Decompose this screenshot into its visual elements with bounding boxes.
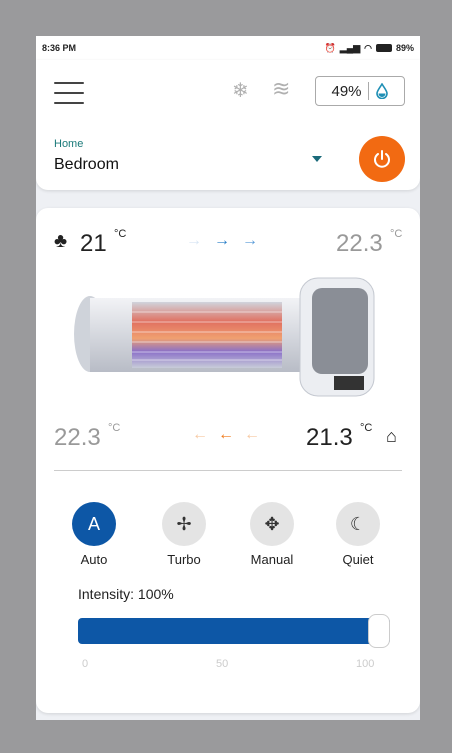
- room-selector[interactable]: Bedroom: [54, 156, 119, 174]
- house-icon: ⌂: [386, 426, 397, 446]
- mode-quiet[interactable]: ☾ Quiet: [328, 502, 388, 567]
- exhaust-air-temp: 22.3: [54, 424, 101, 451]
- water-drop-icon: [375, 83, 388, 99]
- slider-tick-label: 50: [216, 658, 229, 670]
- outflow-arrows: ←←←: [192, 426, 270, 444]
- signal-icon: ▂▄▆: [339, 42, 361, 53]
- header-card: ❄ ≋ 49% Home Bedroom: [36, 60, 420, 190]
- divider: [54, 470, 402, 471]
- supply-air-temp: 22.3: [336, 230, 383, 257]
- phone-screen: 8:36 PM ⏰ ▂▄▆ ◠ 89% ❄ ≋ 49% Home Bedroom: [36, 36, 420, 720]
- menu-button[interactable]: [54, 82, 84, 104]
- status-icons: ⏰ ▂▄▆ ◠ 89%: [325, 43, 414, 54]
- moon-icon: ☾: [336, 502, 380, 546]
- humidity-value: 49%: [331, 82, 362, 100]
- mode-label: Turbo: [167, 552, 201, 567]
- menu-icon-line: [54, 82, 84, 84]
- status-time: 8:36 PM: [42, 43, 77, 53]
- outdoor-intake-temp: 21: [80, 230, 107, 257]
- arrow-left-icon: ←: [192, 426, 218, 443]
- temp-unit: °C: [360, 422, 373, 434]
- ventilation-card: ♣ 21 °C →→→ 22.3 °C 22.3 °C ←←← 21.3 °C …: [36, 208, 420, 713]
- mode-manual[interactable]: ✥ Manual: [242, 502, 302, 567]
- temp-unit: °C: [108, 422, 121, 434]
- temp-unit: °C: [114, 228, 127, 240]
- wifi-icon: ◠: [364, 42, 372, 53]
- arrow-left-icon: ←: [218, 426, 244, 443]
- arrow-right-icon: →: [242, 232, 270, 249]
- manual-fan-icon: ✥: [250, 502, 294, 546]
- mode-turbo[interactable]: ✢ Turbo: [154, 502, 214, 567]
- intensity-slider-track[interactable]: [78, 618, 390, 644]
- menu-icon-line: [54, 102, 84, 104]
- indoor-temp: 21.3: [306, 424, 353, 451]
- battery-icon: [375, 44, 392, 52]
- alarm-icon: ⏰: [324, 42, 336, 53]
- power-icon: [374, 150, 390, 168]
- mode-label: Manual: [250, 552, 294, 567]
- battery-level: 89%: [395, 43, 414, 53]
- snowflake-icon[interactable]: ❄: [232, 78, 249, 103]
- tree-icon: ♣: [54, 230, 68, 252]
- temp-unit: °C: [390, 228, 403, 240]
- home-label: Home: [54, 138, 84, 150]
- humidity-box[interactable]: 49%: [315, 76, 405, 106]
- auto-icon: A: [72, 502, 116, 546]
- recuperator-device-image: [74, 277, 375, 397]
- inflow-arrows: →→→: [186, 232, 270, 250]
- arrow-right-icon: →: [186, 232, 214, 249]
- mode-label: Quiet: [342, 552, 374, 567]
- power-button[interactable]: [359, 136, 405, 182]
- intensity-slider-thumb[interactable]: [368, 614, 390, 648]
- slider-tick-label: 100: [356, 658, 375, 670]
- slider-tick-label: 0: [82, 658, 89, 670]
- humidity-separator: [367, 82, 369, 100]
- turbo-fan-icon: ✢: [162, 502, 206, 546]
- intensity-label: Intensity: 100%: [78, 586, 174, 602]
- airflow-icon[interactable]: ≋: [272, 76, 290, 102]
- menu-icon-line: [54, 92, 84, 94]
- arrow-right-icon: →: [214, 232, 242, 249]
- mode-auto[interactable]: A Auto: [64, 502, 124, 567]
- dropdown-arrow-icon[interactable]: [312, 156, 322, 162]
- status-bar: 8:36 PM ⏰ ▂▄▆ ◠ 89%: [36, 36, 420, 60]
- arrow-left-icon: ←: [244, 426, 270, 443]
- mode-label: Auto: [80, 552, 108, 567]
